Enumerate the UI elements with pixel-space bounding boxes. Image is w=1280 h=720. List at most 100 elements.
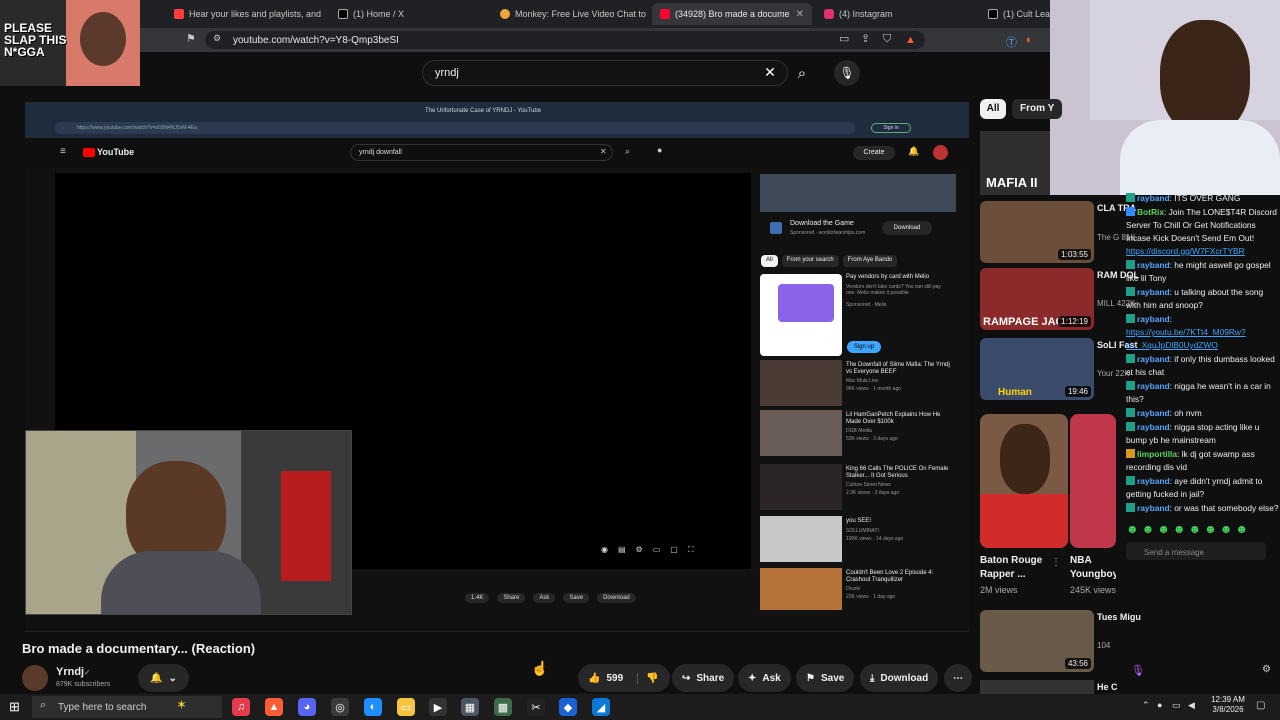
chat-message: rayband: nigga he wasn't in a car in thi… — [1126, 381, 1271, 404]
chat-badge-icon — [1126, 354, 1135, 363]
inner-ad-card-image — [760, 274, 842, 356]
inner-ad-banner — [760, 174, 956, 212]
music-app-icon[interactable]: ♫ — [232, 698, 250, 716]
chevron-up-icon[interactable]: ⌃ — [1142, 700, 1150, 711]
chip-from[interactable]: From Y — [1012, 99, 1062, 119]
sidebar-video-title[interactable]: He C — [1097, 682, 1118, 693]
save-button[interactable]: ⚑ Save — [796, 664, 855, 692]
search-bar[interactable]: yrndj — [422, 60, 788, 86]
dislike-icon[interactable]: 👎 — [637, 672, 659, 684]
clear-search-icon[interactable]: ✕ — [760, 62, 780, 82]
capcut-icon[interactable]: ✂ — [527, 698, 545, 716]
sidebar-video-thumbnail[interactable]: Human 19:46 — [980, 338, 1094, 400]
brave-shield-icon[interactable]: ⛉ — [883, 34, 891, 45]
browser-tab[interactable]: (1) Cult Leade — [980, 3, 1060, 25]
browser-tab[interactable]: Hear your likes and playlists, and tra — [166, 3, 321, 25]
mafia-thumbnail[interactable]: MAFIA II — [980, 131, 1050, 195]
short-title[interactable]: Baton Rouge Rapper ... — [980, 554, 1050, 582]
inner-card-sub: Vendors don't take cards? You can still … — [846, 284, 941, 296]
browser-tab[interactable]: Monkey: Free Live Video Chat to — [492, 3, 647, 25]
wallet-icon[interactable]: ◐ — [1026, 34, 1033, 46]
sidebar-video-thumbnail[interactable]: 1:03:55 — [980, 201, 1094, 263]
search-icon[interactable]: ⌕ — [790, 61, 814, 85]
more-actions-button[interactable]: ⋯ — [944, 664, 972, 692]
share-button[interactable]: ↪ Share — [672, 664, 735, 692]
chat-input[interactable]: Send a message — [1126, 542, 1266, 560]
address-field[interactable]: ⚙ youtube.com/watch?v=Y8-Qmp3beSI ▭ ⇪ ⛉ … — [205, 31, 925, 49]
inner-rec-title: King 66 Calls The POLICE On Female Stalk… — [846, 466, 949, 479]
chat-badge-icon — [1126, 260, 1135, 269]
chat-message: rayband: ITS OVER GANG — [1120, 192, 1280, 205]
screen-tool-icon[interactable]: ◢ — [592, 698, 610, 716]
extension-icon[interactable]: Ⓣ — [1006, 34, 1017, 50]
cast-icon[interactable]: ▭ — [839, 34, 849, 45]
video-title: Bro made a documentary... (Reaction) — [22, 641, 256, 656]
microphone-icon[interactable]: 🎙 — [834, 60, 860, 86]
inner-search-icon: ⌕ — [625, 146, 631, 156]
share-page-icon[interactable]: ⇪ — [861, 34, 870, 45]
sidebar-video-thumbnail[interactable]: RAMPAGE JAC 1:12:19 — [980, 268, 1094, 330]
volume-icon[interactable]: ◀ — [1188, 700, 1195, 711]
chat-username: rayband — [1137, 287, 1170, 297]
search-icon: ⌕ — [40, 699, 47, 711]
like-icon[interactable]: 👍 — [588, 673, 600, 684]
more-options-icon[interactable]: ⋮ — [1051, 557, 1061, 568]
channel-avatar[interactable] — [22, 665, 48, 691]
ask-button[interactable]: ✦ Ask — [738, 664, 791, 692]
short-thumbnail[interactable] — [1070, 414, 1116, 548]
subscribe-bell-button[interactable]: 🔔 ⌄ — [138, 664, 189, 692]
media-player-icon[interactable]: ▶ — [429, 698, 447, 716]
sidebar-video-thumbnail[interactable] — [980, 680, 1094, 694]
windows-start-icon[interactable]: ⊞ — [9, 699, 20, 715]
close-tab-icon[interactable]: ✕ — [796, 9, 804, 20]
inner-avatar — [933, 145, 948, 160]
microphone-tray-icon[interactable]: ● — [1157, 700, 1162, 710]
inner-clear-icon: ✕ — [600, 147, 607, 156]
inner-rec-meta: 53K views · 2 days ago — [846, 436, 898, 442]
chip-all[interactable]: All — [980, 99, 1006, 119]
photos-icon[interactable]: ▦ — [461, 698, 479, 716]
bookmark-icon[interactable]: ⚑ — [186, 34, 196, 45]
app-icon[interactable]: ◆ — [559, 698, 577, 716]
notification-icon[interactable]: ▢ — [1256, 700, 1265, 711]
microphone-icon[interactable]: 🎙 — [1131, 664, 1145, 677]
video-player[interactable]: The Unfortunate Case of YRNDJ - YouTube … — [25, 102, 969, 632]
short-thumbnail[interactable] — [980, 414, 1068, 548]
chat-username: rayband — [1137, 354, 1170, 364]
like-dislike-group[interactable]: 👍 599 👎 — [578, 664, 670, 692]
chat-settings-icon[interactable]: ⚙ — [1262, 664, 1271, 675]
discord-icon[interactable]: ◕ — [298, 698, 316, 716]
obs-icon[interactable]: ◎ — [331, 698, 349, 716]
chat-text: oh nvm — [1174, 408, 1202, 418]
chat-badge-icon — [1126, 449, 1135, 458]
chat-emote-bar[interactable]: ☻☻☻☻☻☻☻☻ — [1120, 523, 1280, 536]
download-button[interactable]: ⤓ Download — [860, 664, 939, 692]
chat-link[interactable]: https://youtu.be/7KTt4_M09Rw?si=_XquJpDl… — [1126, 327, 1246, 350]
inner-rec-thumb — [760, 464, 842, 510]
clock[interactable]: 12:39 AM 3/8/2026 — [1206, 695, 1250, 715]
weather-widget-icon[interactable]: ✶ — [176, 697, 187, 713]
mafia-label: MAFIA II — [986, 175, 1038, 190]
chat-link[interactable]: https://discord.gg/W7FXcrTYBR — [1126, 246, 1245, 256]
browser-tab-active[interactable]: (34928) Bro made a docume ✕ — [652, 3, 812, 25]
brave-rewards-icon[interactable]: ▲ — [905, 34, 916, 46]
sidebar-video-thumbnail[interactable]: 43:56 — [980, 610, 1094, 672]
chat-username: rayband — [1137, 381, 1170, 391]
chat-username: rayband — [1137, 408, 1170, 418]
channel-name[interactable]: Yrndj — [56, 666, 84, 678]
network-icon[interactable]: ▭ — [1172, 700, 1181, 711]
clock-date: 3/8/2026 — [1212, 705, 1244, 714]
site-info-icon[interactable]: ⚙ — [213, 34, 221, 43]
file-explorer-icon[interactable]: ▭ — [397, 698, 415, 716]
browser-tab[interactable]: (1) Home / X — [330, 3, 485, 25]
search-input[interactable]: yrndj — [435, 67, 459, 79]
inner-rec-meta: 100K views · 14 days ago — [846, 536, 904, 542]
minecraft-icon[interactable]: ▩ — [494, 698, 512, 716]
taskbar-search-box[interactable]: Type here to search — [32, 696, 222, 718]
brave-browser-icon[interactable]: ▲ — [265, 698, 283, 716]
short-title[interactable]: NBA Youngboy — [1070, 554, 1116, 582]
edge-icon[interactable]: ◐ — [364, 698, 382, 716]
short-views: 2M views — [980, 585, 1018, 595]
browser-tab[interactable]: (4) Instagram — [816, 3, 971, 25]
x-icon — [988, 9, 998, 19]
